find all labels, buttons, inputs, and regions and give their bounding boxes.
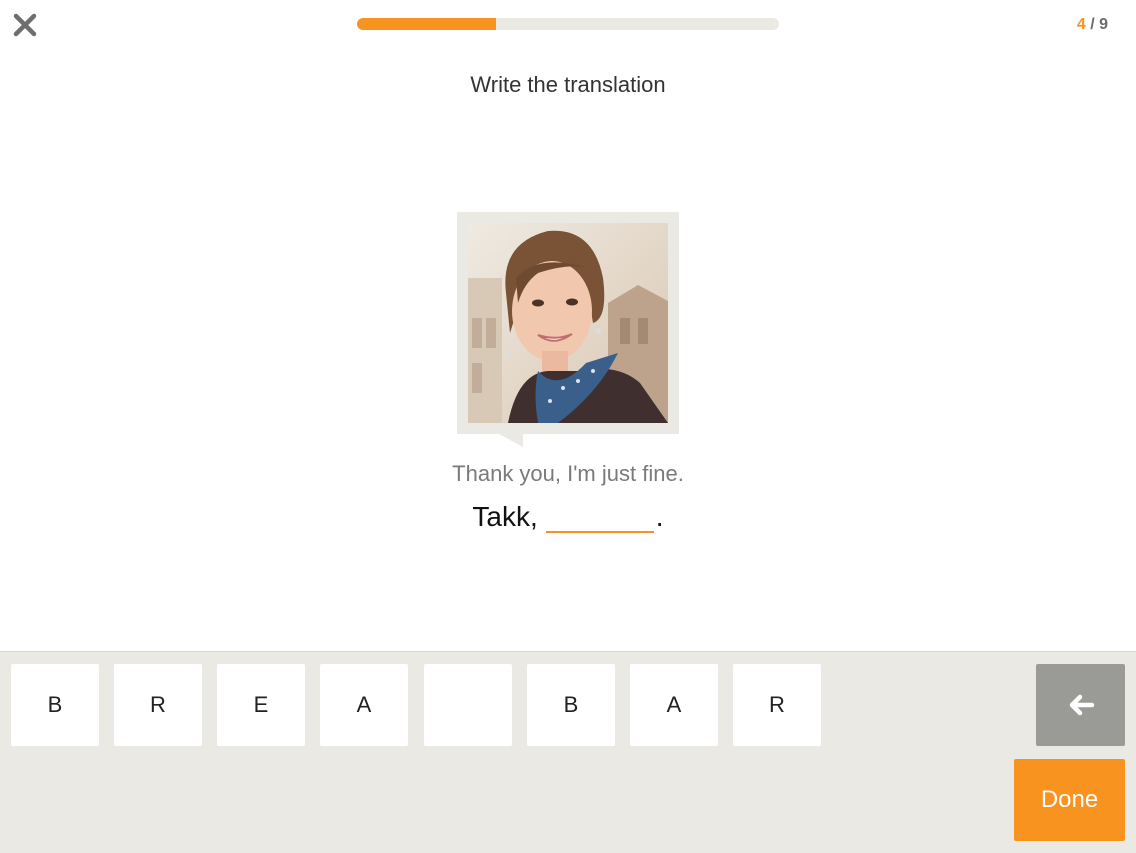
answer-suffix: . xyxy=(655,501,664,532)
letter-key[interactable]: A xyxy=(630,664,718,746)
letter-key[interactable]: R xyxy=(114,664,202,746)
backspace-button[interactable] xyxy=(1036,664,1125,746)
progress-bar-fill xyxy=(357,18,497,30)
counter-separator: / xyxy=(1085,16,1100,33)
question-counter: 4 / 9 xyxy=(1077,16,1108,34)
answer-prefix: Takk, xyxy=(472,501,538,532)
done-button[interactable]: Done xyxy=(1014,759,1125,841)
close-icon[interactable] xyxy=(11,11,39,39)
counter-total: 9 xyxy=(1099,16,1108,33)
space-key[interactable] xyxy=(424,664,512,746)
letter-keyboard: B R E A B A R Done xyxy=(0,651,1136,853)
letter-key[interactable]: R xyxy=(733,664,821,746)
answer-blank[interactable] xyxy=(545,501,654,533)
speaker-photo-frame xyxy=(457,212,679,434)
letter-key[interactable]: A xyxy=(320,664,408,746)
answer-sentence: Takk,. xyxy=(0,501,1136,533)
source-phrase: Thank you, I'm just fine. xyxy=(452,461,684,486)
progress-bar xyxy=(357,18,779,30)
portrait-photo xyxy=(468,223,668,423)
instruction-text: Write the translation xyxy=(470,72,666,97)
counter-current: 4 xyxy=(1076,16,1086,33)
letter-key[interactable]: B xyxy=(527,664,615,746)
backspace-arrow-icon xyxy=(1069,694,1094,716)
letter-key[interactable]: B xyxy=(11,664,99,746)
speech-bubble-tail xyxy=(497,433,523,447)
letter-key[interactable]: E xyxy=(217,664,305,746)
